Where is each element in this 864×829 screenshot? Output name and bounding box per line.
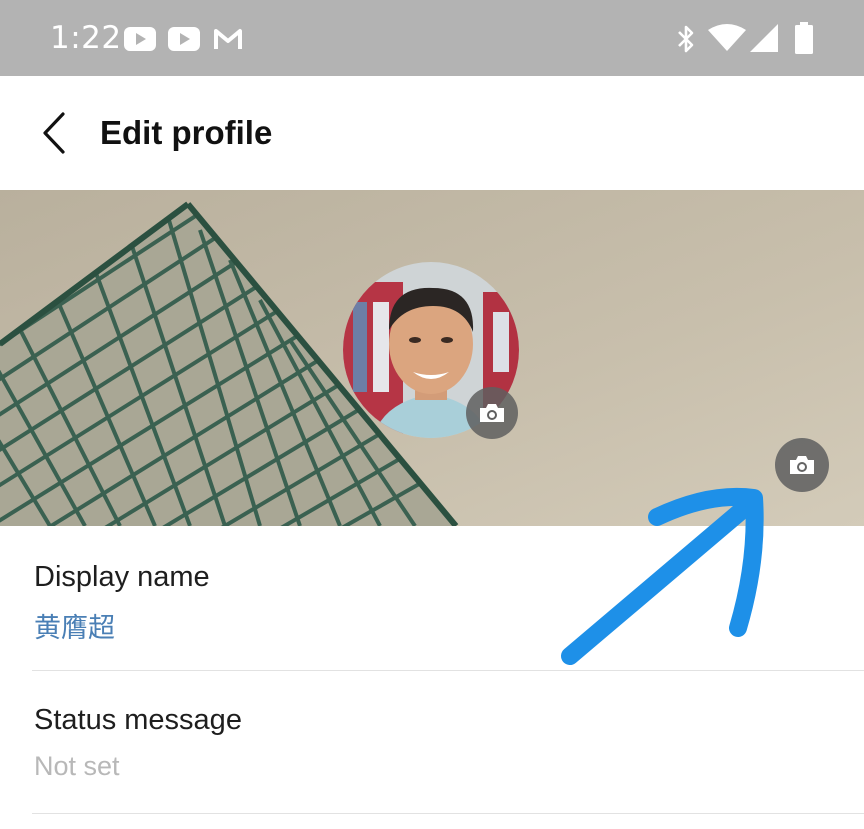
display-name-value: 黄膺超 <box>34 613 115 644</box>
page-title: Edit profile <box>100 114 273 151</box>
youtube-icon <box>124 27 156 51</box>
wifi-icon <box>708 24 746 51</box>
gmail-icon <box>214 29 242 49</box>
divider <box>32 813 864 814</box>
app-bar: Edit profile <box>0 76 864 190</box>
camera-icon <box>480 404 504 422</box>
youtube-icon <box>168 27 200 51</box>
status-message-value: Not set <box>34 751 120 781</box>
signal-icon <box>750 24 778 52</box>
bluetooth-icon <box>678 25 694 53</box>
status-message-label: Status message <box>34 704 242 736</box>
back-button[interactable] <box>30 108 80 158</box>
chevron-left-icon <box>43 112 65 154</box>
status-bar: 1:22 <box>0 0 864 76</box>
divider <box>32 670 864 671</box>
status-time: 1:22 <box>50 20 122 56</box>
camera-icon <box>790 456 814 474</box>
change-avatar-button[interactable] <box>466 387 518 439</box>
display-name-label: Display name <box>34 561 210 593</box>
change-cover-button[interactable] <box>775 438 829 492</box>
battery-icon <box>795 22 813 54</box>
